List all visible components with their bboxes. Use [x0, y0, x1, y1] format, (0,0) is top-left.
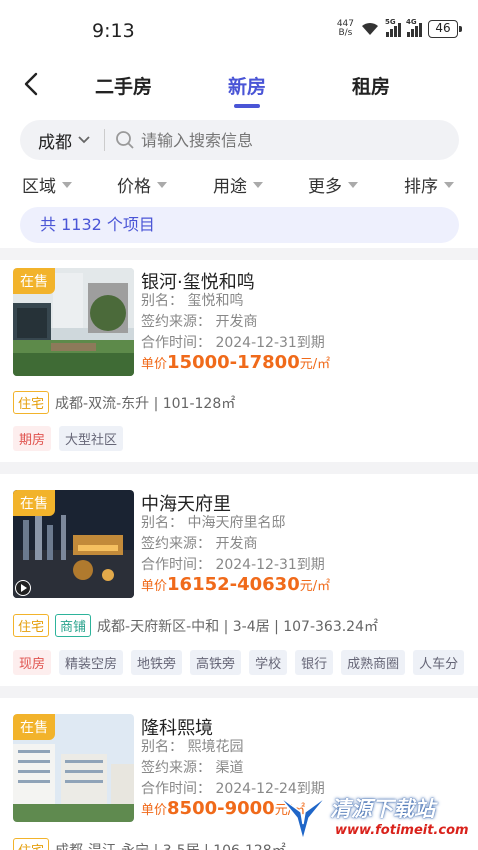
caret-down-icon [62, 181, 72, 188]
listing-card[interactable]: 在售 银河·玺悦和鸣 别名： 玺悦和鸣 签约来源： 开发商 合作时间： 2024… [0, 268, 478, 458]
tag: 大型社区 [59, 426, 124, 451]
listing-thumbnail: 在售 [13, 268, 134, 376]
listing-alias: 别名： 玺悦和鸣 [141, 293, 244, 309]
listing-card[interactable]: 在售 中海天府里 别名： 中海天府里名邸 签约来源： 开发商 合作时间： 202… [0, 490, 478, 686]
watermark-bird-icon [278, 795, 328, 843]
filter-sort[interactable]: 排序 [404, 172, 454, 197]
filter-bar: 区域 价格 用途 更多 排序 [0, 172, 478, 202]
divider [0, 248, 478, 260]
listing-tags: 期房 大型社区 [13, 426, 124, 451]
listing-price: 单价15000-17800元/㎡ [141, 352, 330, 373]
city-selector[interactable]: 成都 [38, 128, 90, 153]
net-speed: 447 B/s [337, 20, 354, 38]
top-nav: 二手房 新房 租房 [0, 60, 478, 110]
tab-new-home[interactable]: 新房 [228, 72, 266, 99]
filter-more-label: 更多 [308, 177, 342, 197]
tag: 现房 [13, 650, 52, 675]
signal-4g-label: 4G [406, 18, 417, 26]
status-time: 9:13 [92, 20, 135, 42]
watermark-logo: 清源下载站 www.fotimeit.com [275, 788, 475, 848]
tag: 人车分 [413, 650, 465, 675]
filter-area[interactable]: 区域 [22, 172, 72, 197]
city-label: 成都 [38, 132, 72, 153]
listing-location: 成都-双流-东升 | 101-128㎡ [55, 395, 236, 412]
listing-thumbnail: 在售 [13, 714, 134, 822]
listing-location: 成都-温江-永宁 | 3-5居 | 106-128㎡ [55, 840, 286, 850]
net-speed-unit: B/s [338, 28, 353, 38]
price-label: 单价 [141, 579, 168, 594]
price-label: 单价 [141, 803, 168, 818]
listing-source: 签约来源： 渠道 [141, 760, 244, 776]
type-tag: 住宅 [13, 391, 50, 414]
on-sale-badge: 在售 [13, 268, 55, 294]
price-value: 16152-40630 [167, 574, 300, 595]
on-sale-badge: 在售 [13, 714, 55, 740]
on-sale-badge: 在售 [13, 490, 55, 516]
caret-down-icon [444, 181, 454, 188]
status-bar: 9:13 447 B/s 5G 4G 46 [0, 0, 478, 60]
search-bar: 成都 [20, 120, 459, 160]
price-unit: 元/㎡ [299, 357, 331, 372]
tab-second-hand[interactable]: 二手房 [95, 72, 152, 99]
filter-area-label: 区域 [22, 177, 56, 197]
price-unit: 元/㎡ [299, 579, 331, 594]
caret-down-icon [157, 181, 167, 188]
type-tag: 住宅 [13, 838, 50, 850]
price-value: 15000-17800 [167, 352, 300, 373]
tag: 成熟商圈 [341, 650, 406, 675]
signal-5g-label: 5G [385, 18, 396, 26]
listing-type-line: 住宅 成都-双流-东升 | 101-128㎡ [13, 391, 235, 414]
listing-location: 成都-天府新区-中和 | 3-4居 | 107-363.24㎡ [97, 618, 378, 635]
listing-thumbnail: 在售 [13, 490, 134, 598]
filter-usage-label: 用途 [213, 177, 247, 197]
divider [104, 129, 105, 151]
listing-price: 单价16152-40630元/㎡ [141, 574, 330, 595]
tab-rental[interactable]: 租房 [352, 72, 390, 99]
type-tag: 住宅 [13, 614, 50, 637]
chevron-down-icon [78, 136, 90, 144]
tag: 学校 [249, 650, 288, 675]
wifi-icon [362, 22, 378, 35]
filter-sort-label: 排序 [404, 177, 438, 197]
back-arrow-icon[interactable] [18, 70, 46, 98]
listing-type-line: 住宅 成都-温江-永宁 | 3-5居 | 106-128㎡ [13, 838, 286, 850]
filter-more[interactable]: 更多 [308, 172, 358, 197]
tag: 地铁旁 [131, 650, 183, 675]
listing-type-line: 住宅 商铺 成都-天府新区-中和 | 3-4居 | 107-363.24㎡ [13, 614, 378, 637]
price-label: 单价 [141, 357, 168, 372]
listing-alias: 别名： 中海天府里名邸 [141, 515, 286, 531]
tag: 精装空房 [59, 650, 124, 675]
listing-tags: 现房 精装空房 地铁旁 高铁旁 学校 银行 成熟商圈 人车分 [13, 650, 465, 675]
watermark-title: 清源下载站 [330, 797, 435, 821]
caret-down-icon [253, 181, 263, 188]
listing-coop-time: 合作时间： 2024-12-31到期 [141, 335, 325, 351]
status-icons: 447 B/s 5G 4G 46 [337, 18, 462, 38]
divider [0, 686, 478, 698]
signal-4g-icon: 4G [406, 18, 422, 37]
project-count: 共 1132 个项目 [20, 207, 459, 243]
play-icon[interactable] [15, 580, 31, 596]
listing-alias: 别名： 熙境花园 [141, 739, 244, 755]
tag: 期房 [13, 426, 52, 451]
tag: 高铁旁 [190, 650, 242, 675]
tag: 银行 [295, 650, 334, 675]
active-tab-indicator [234, 104, 260, 108]
filter-price[interactable]: 价格 [117, 172, 167, 197]
listing-source: 签约来源： 开发商 [141, 314, 258, 330]
signal-5g-icon: 5G [385, 18, 401, 37]
listing-source: 签约来源： 开发商 [141, 536, 258, 552]
divider [0, 462, 478, 474]
search-icon [116, 131, 134, 149]
watermark-url: www.fotimeit.com [335, 823, 469, 838]
price-value: 8500-9000 [167, 798, 275, 819]
filter-usage[interactable]: 用途 [213, 172, 263, 197]
filter-price-label: 价格 [117, 177, 151, 197]
battery-icon: 46 [428, 20, 462, 38]
listing-coop-time: 合作时间： 2024-12-31到期 [141, 557, 325, 573]
search-input[interactable] [141, 130, 391, 150]
caret-down-icon [348, 181, 358, 188]
type-tag: 商铺 [55, 614, 92, 637]
